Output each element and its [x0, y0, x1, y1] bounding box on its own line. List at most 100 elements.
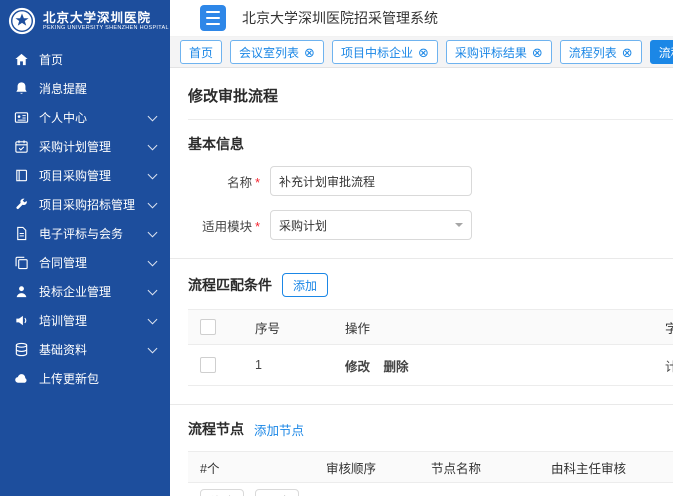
section-heading-match-conditions: 流程匹配条件 [188, 275, 272, 295]
modify-button[interactable]: 修改 [200, 489, 244, 496]
tab-process[interactable]: 流程 ⊗ [650, 40, 673, 64]
delete-link[interactable]: 删除 [384, 360, 409, 374]
tab-label: 会议室列表 [239, 44, 299, 61]
tab-process-list[interactable]: 流程列表 ⊗ [560, 40, 642, 64]
close-icon[interactable]: ⊗ [418, 46, 429, 59]
sidebar: 北京大学深圳医院 PEKING UNIVERSITY SHENZHEN HOSP… [0, 0, 170, 496]
chevron-down-icon [148, 170, 158, 180]
logo-title: 北京大学深圳医院 [43, 11, 169, 25]
table-row: 修改 删除 1 科主任意见 是 [188, 483, 673, 496]
close-icon[interactable]: ⊗ [532, 46, 543, 59]
sidebar-item-home[interactable]: 首页 [0, 45, 170, 74]
sidebar-menu: 首页 消息提醒 个人中心 采购计划管理 项目采购管理 [0, 45, 170, 393]
sidebar-item-label: 上传更新包 [39, 370, 99, 387]
cell-extra: 计 [653, 345, 673, 386]
sidebar-item-personal-center[interactable]: 个人中心 [0, 103, 170, 132]
tab-label: 流程 [659, 44, 673, 61]
close-icon[interactable]: ⊗ [304, 46, 315, 59]
sidebar-item-training[interactable]: 培训管理 [0, 306, 170, 335]
tab-meeting-room-list[interactable]: 会议室列表 ⊗ [230, 40, 324, 64]
select-all-checkbox[interactable] [200, 319, 216, 335]
sidebar-item-label: 项目采购管理 [39, 167, 111, 184]
tab-home[interactable]: 首页 [180, 40, 222, 64]
close-icon[interactable]: ⊗ [622, 46, 633, 59]
sidebar-item-label: 首页 [39, 51, 63, 68]
table-header-row: 序号 操作 字 [188, 310, 673, 345]
form-row-module: 适用模块* 采购计划 [188, 210, 673, 240]
column-header-extra: 字 [653, 310, 673, 345]
chevron-down-icon [148, 286, 158, 296]
sidebar-item-procurement-plan[interactable]: 采购计划管理 [0, 132, 170, 161]
id-card-icon [14, 110, 29, 125]
sidebar-item-basic-data[interactable]: 基础资料 [0, 335, 170, 364]
column-header-action: 操作 [333, 310, 653, 345]
tab-label: 项目中标企业 [341, 44, 413, 61]
sidebar-item-upload-package[interactable]: 上传更新包 [0, 364, 170, 393]
sidebar-item-label: 培训管理 [39, 312, 87, 329]
top-bar: 北京大学深圳医院招采管理系统 [170, 0, 673, 37]
sidebar-item-label: 消息提醒 [39, 80, 87, 97]
hospital-logo-icon [8, 7, 36, 35]
tool-icon [14, 197, 29, 212]
chevron-down-icon [148, 112, 158, 122]
modify-link[interactable]: 修改 [345, 360, 370, 374]
chevron-down-icon [148, 228, 158, 238]
sidebar-item-project-procurement[interactable]: 项目采购管理 [0, 161, 170, 190]
sidebar-item-project-bidding[interactable]: 项目采购招标管理 [0, 190, 170, 219]
sidebar-item-e-evaluation[interactable]: 电子评标与会务 [0, 219, 170, 248]
flow-nodes-header: 流程节点 添加节点 [188, 419, 673, 439]
name-input[interactable] [270, 166, 472, 196]
row-checkbox[interactable] [200, 357, 216, 373]
chevron-down-icon [455, 223, 463, 231]
sidebar-item-contract[interactable]: 合同管理 [0, 248, 170, 277]
sidebar-item-label: 基础资料 [39, 341, 87, 358]
sidebar-item-label: 个人中心 [39, 109, 87, 126]
delete-button[interactable]: 删除 [255, 489, 299, 496]
chevron-down-icon [148, 257, 158, 267]
module-select-value: 采购计划 [279, 217, 327, 234]
page-title: 修改审批流程 [188, 68, 673, 120]
column-header-select [188, 310, 243, 345]
book-icon [14, 168, 29, 183]
user-icon [14, 284, 29, 299]
tab-label: 首页 [189, 44, 213, 61]
main-content: 修改审批流程 基本信息 名称* 适用模块* 采购计划 流程匹配条件 添加 [170, 68, 673, 496]
column-header-dept-head: 由科主任审核 [539, 452, 673, 483]
app-title: 北京大学深圳医院招采管理系统 [242, 8, 438, 28]
sidebar-toggle-button[interactable] [200, 5, 226, 31]
column-header-order: 审核顺序 [314, 452, 419, 483]
database-icon [14, 342, 29, 357]
cell-actions: 修改 删除 [333, 345, 653, 386]
cell-order: 1 [314, 483, 419, 496]
chevron-down-icon [148, 199, 158, 209]
add-node-link[interactable]: 添加节点 [254, 420, 304, 439]
hospital-logo: 北京大学深圳医院 PEKING UNIVERSITY SHENZHEN HOSP… [0, 0, 170, 41]
bell-icon [14, 81, 29, 96]
home-icon [14, 52, 29, 67]
flow-nodes-table: #个 审核顺序 节点名称 由科主任审核 修改 删除 1 科主任意见 是 [188, 451, 673, 496]
add-condition-button[interactable]: 添加 [282, 273, 328, 297]
sidebar-item-messages[interactable]: 消息提醒 [0, 74, 170, 103]
tab-label: 流程列表 [569, 44, 617, 61]
sidebar-item-label: 电子评标与会务 [39, 225, 123, 242]
sidebar-item-label: 项目采购招标管理 [39, 196, 135, 213]
column-header-no: 序号 [243, 310, 333, 345]
module-field-label: 适用模块* [188, 216, 260, 235]
tab-bar: 首页 会议室列表 ⊗ 项目中标企业 ⊗ 采购评标结果 ⊗ 流程列表 ⊗ 流程 ⊗ [170, 37, 673, 68]
logo-subtitle: PEKING UNIVERSITY SHENZHEN HOSPITAL [43, 25, 169, 31]
calendar-check-icon [14, 139, 29, 154]
cell-node-name: 科主任意见 [419, 483, 539, 496]
speaker-icon [14, 313, 29, 328]
cell-select [188, 345, 243, 386]
cell-dept-head: 是 [539, 483, 673, 496]
sidebar-item-bidder-management[interactable]: 投标企业管理 [0, 277, 170, 306]
cloud-upload-icon [14, 371, 29, 386]
tab-label: 采购评标结果 [455, 44, 527, 61]
tab-project-winning-bidder[interactable]: 项目中标企业 ⊗ [332, 40, 438, 64]
section-heading-basic-info: 基本信息 [188, 134, 673, 154]
file-icon [14, 226, 29, 241]
tab-procurement-evaluation-result[interactable]: 采购评标结果 ⊗ [446, 40, 552, 64]
column-header-action: #个 [188, 452, 314, 483]
copy-icon [14, 255, 29, 270]
module-select[interactable]: 采购计划 [270, 210, 472, 240]
